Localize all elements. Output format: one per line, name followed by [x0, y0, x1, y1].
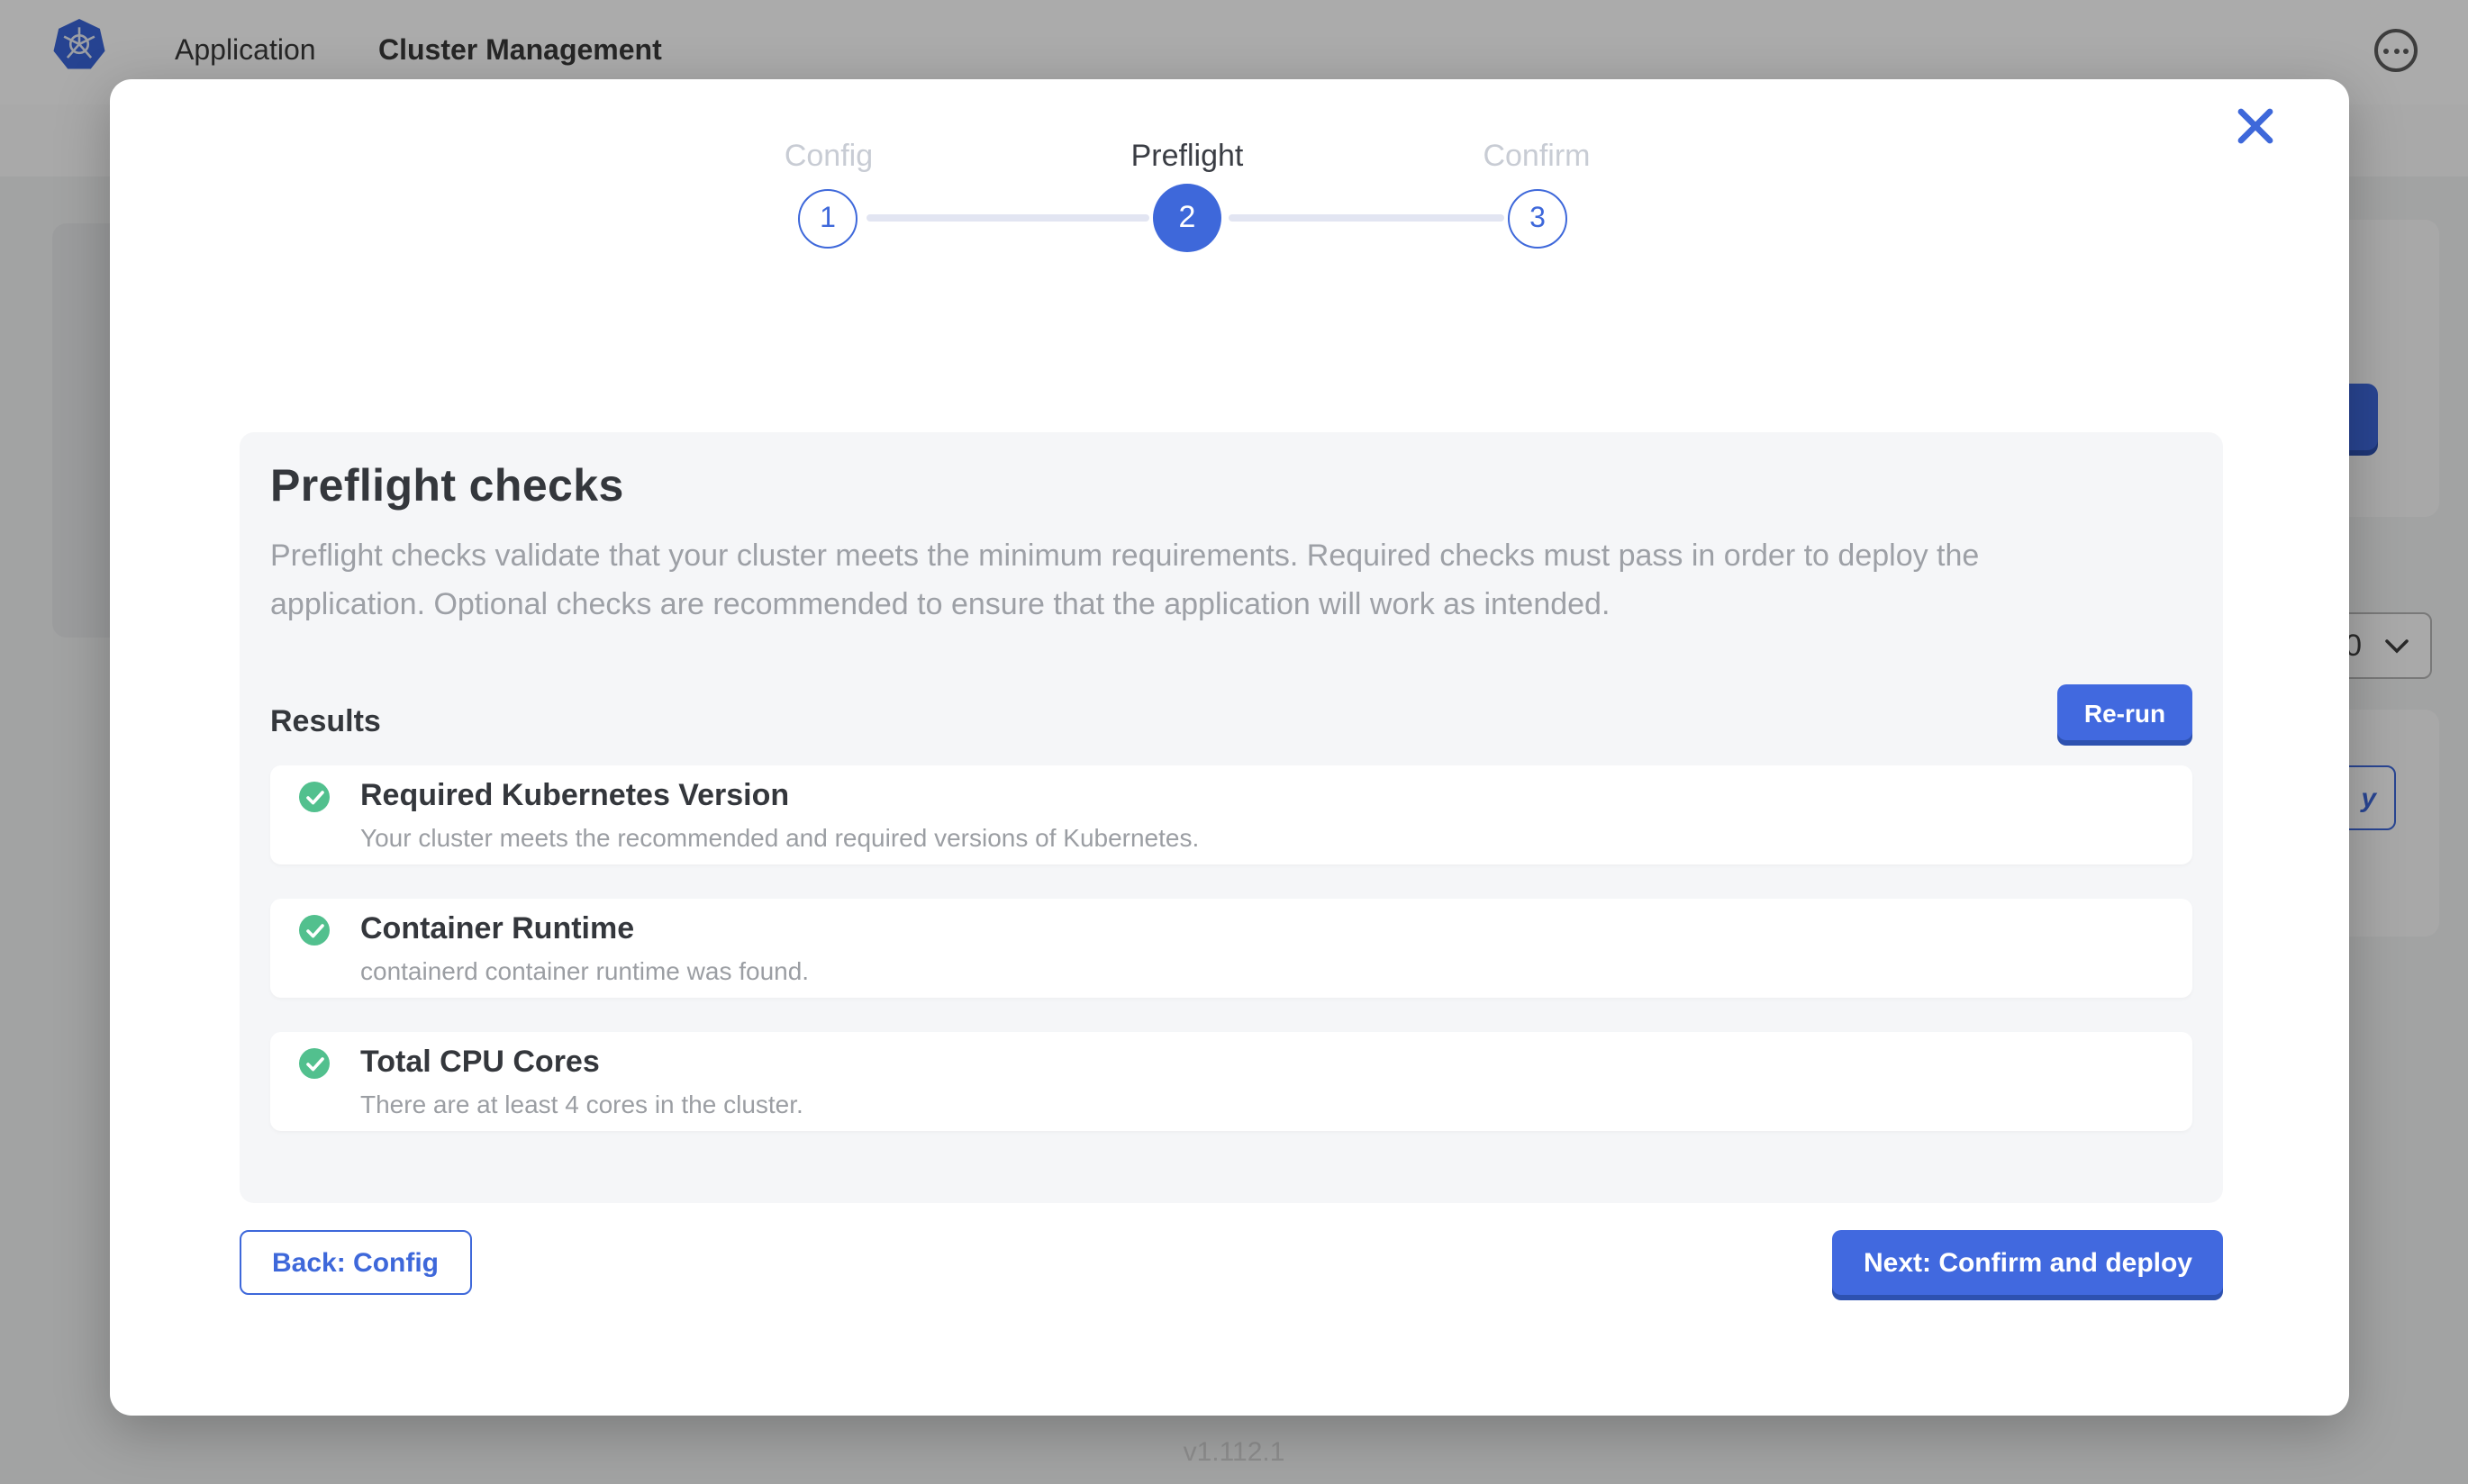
screen: Application Cluster Management 0 y v1.11… [0, 0, 2468, 1484]
step-circle-preflight[interactable]: 2 [1153, 184, 1221, 252]
check-card-kubernetes-version: Required Kubernetes Version Your cluster… [270, 765, 2192, 864]
panel-description: Preflight checks validate that your clus… [270, 531, 2099, 629]
next-confirm-deploy-button[interactable]: Next: Confirm and deploy [1833, 1230, 2223, 1295]
check-title: Total CPU Cores [360, 1045, 600, 1081]
preflight-panel: Preflight checks Preflight checks valida… [240, 432, 2223, 1203]
step-label-confirm: Confirm [1393, 139, 1681, 175]
step-connector [1229, 214, 1504, 221]
step-connector [867, 214, 1149, 221]
step-circle-config[interactable]: 1 [798, 189, 857, 249]
step-circle-confirm[interactable]: 3 [1508, 189, 1567, 249]
check-pass-icon [299, 915, 330, 946]
modal-footer: Back: Config Next: Confirm and deploy [240, 1230, 2223, 1295]
wizard-stepper: Config Preflight Confirm 1 2 3 [110, 79, 2349, 313]
rerun-button[interactable]: Re-run [2057, 684, 2192, 740]
check-message: There are at least 4 cores in the cluste… [360, 1090, 803, 1118]
results-row: Results Re-run [270, 684, 2192, 740]
back-config-button[interactable]: Back: Config [240, 1230, 471, 1295]
step-label-config: Config [685, 139, 973, 175]
check-results-list: Required Kubernetes Version Your cluster… [270, 765, 2192, 1131]
check-card-container-runtime: Container Runtime containerd container r… [270, 899, 2192, 998]
check-message: Your cluster meets the recommended and r… [360, 823, 1199, 852]
check-message: containerd container runtime was found. [360, 956, 809, 985]
check-card-total-cpu-cores: Total CPU Cores There are at least 4 cor… [270, 1032, 2192, 1131]
preflight-modal: Config Preflight Confirm 1 2 3 Preflight… [110, 79, 2349, 1416]
check-pass-icon [299, 1048, 330, 1079]
check-title: Container Runtime [360, 911, 634, 947]
results-heading: Results [270, 704, 381, 740]
check-title: Required Kubernetes Version [360, 778, 789, 814]
panel-title: Preflight checks [270, 461, 2192, 513]
check-pass-icon [299, 782, 330, 812]
step-label-preflight: Preflight [1043, 139, 1331, 175]
